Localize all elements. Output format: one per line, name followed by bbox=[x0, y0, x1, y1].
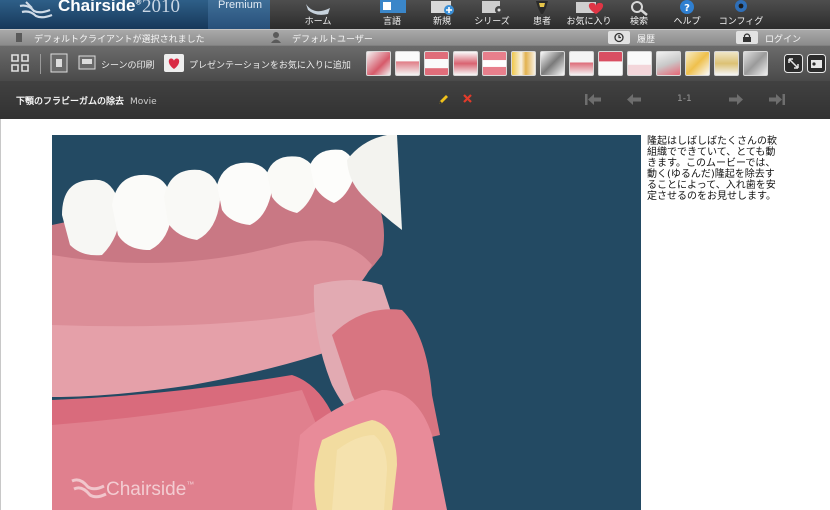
svg-text:Chairside™: Chairside™ bbox=[106, 479, 194, 500]
nav-new-label: 新規 bbox=[432, 17, 451, 27]
nav-config[interactable]: コンフィグ bbox=[718, 0, 764, 29]
user-status[interactable]: デフォルトユーザー bbox=[292, 32, 373, 45]
brand-logo[interactable]: Chairside® 2010 bbox=[0, 0, 208, 29]
first-page-icon[interactable] bbox=[584, 94, 602, 105]
scene-thumbnail[interactable] bbox=[685, 51, 710, 76]
toolbar-divider bbox=[40, 54, 41, 74]
add-favorite-label[interactable]: プレゼンテーションをお気に入りに追加 bbox=[189, 58, 351, 71]
history-icon bbox=[608, 31, 630, 44]
nav-language[interactable]: 言語 bbox=[372, 0, 412, 29]
edition-badge: Premium bbox=[208, 0, 270, 29]
new-icon bbox=[431, 1, 454, 15]
scene-thumbnail[interactable] bbox=[424, 51, 449, 76]
login-link[interactable]: ログイン bbox=[765, 32, 801, 45]
nav-favorites-label: お気に入り bbox=[566, 17, 612, 27]
scene-thumbnail[interactable] bbox=[395, 51, 420, 76]
scene-thumbnail[interactable] bbox=[714, 51, 739, 76]
delete-icon[interactable] bbox=[462, 93, 473, 104]
page-counter: 1-1 bbox=[677, 94, 692, 104]
language-icon bbox=[380, 0, 406, 13]
brand-name: Chairside® bbox=[58, 0, 142, 15]
expand-icon[interactable] bbox=[784, 54, 803, 73]
nav-help-label: ヘルプ bbox=[673, 17, 701, 27]
scene-thumbnail[interactable] bbox=[656, 51, 681, 76]
nav-config-label: コンフィグ bbox=[718, 17, 764, 27]
projector-icon[interactable] bbox=[807, 54, 826, 73]
content-border bbox=[0, 119, 1, 510]
user-icon bbox=[271, 32, 281, 43]
previous-page-icon[interactable] bbox=[626, 94, 642, 105]
scene-thumbnail[interactable] bbox=[511, 51, 536, 76]
svg-text:?: ? bbox=[684, 3, 690, 14]
movie-player[interactable]: Chairside™ bbox=[52, 135, 641, 510]
home-icon bbox=[306, 4, 330, 15]
scene-thumbnail[interactable] bbox=[627, 51, 652, 76]
pencil-icon[interactable] bbox=[437, 93, 449, 106]
scene-icon[interactable] bbox=[50, 53, 68, 73]
chairside-watermark: Chairside™ bbox=[70, 471, 210, 509]
nav-series-label: シリーズ bbox=[474, 17, 510, 27]
last-page-icon[interactable] bbox=[768, 94, 786, 105]
player-title-bar: 下顎のフラビーガムの除去 Movie 1-1 bbox=[0, 81, 830, 119]
nav-search-label: 検索 bbox=[629, 17, 648, 27]
print-scene-label[interactable]: シーンの印刷 bbox=[101, 58, 155, 71]
chairside-logo-icon bbox=[19, 1, 53, 19]
nav-search[interactable]: 検索 bbox=[622, 0, 656, 29]
brand-year: 2010 bbox=[142, 0, 180, 17]
print-icon[interactable] bbox=[78, 54, 96, 72]
help-icon: ? bbox=[680, 0, 694, 14]
nav-home[interactable]: ホーム bbox=[296, 0, 340, 29]
scene-thumbnail[interactable] bbox=[598, 51, 623, 76]
nav-favorites[interactable]: お気に入り bbox=[566, 0, 612, 29]
scene-thumbnail[interactable] bbox=[366, 51, 391, 76]
search-icon bbox=[631, 1, 648, 16]
nav-language-label: 言語 bbox=[382, 17, 401, 27]
favorites-icon bbox=[576, 2, 604, 14]
movie-description: 隆起はしばしばたくさんの軟組織でできていて、とても動きます。このムービーでは、動… bbox=[647, 136, 777, 202]
nav-patient-label: 患者 bbox=[532, 17, 551, 27]
scene-thumbnail[interactable] bbox=[482, 51, 507, 76]
scene-thumbnail[interactable] bbox=[743, 51, 768, 76]
scene-thumbnail[interactable] bbox=[540, 51, 565, 76]
status-bar: デフォルトクライアントが選択されました デフォルトユーザー 履歴 ログイン bbox=[0, 29, 830, 45]
nav-patient[interactable]: 患者 bbox=[526, 0, 558, 29]
movie-frame-image bbox=[52, 135, 641, 510]
watermark-logo: Chairside™ bbox=[71, 478, 194, 500]
client-icon bbox=[16, 33, 22, 42]
patient-icon bbox=[536, 1, 548, 14]
config-icon bbox=[735, 0, 747, 12]
movie-title: 下顎のフラビーガムの除去 Movie bbox=[16, 97, 157, 107]
nav-home-label: ホーム bbox=[304, 17, 332, 27]
next-page-icon[interactable] bbox=[728, 94, 744, 105]
client-status[interactable]: デフォルトクライアントが選択されました bbox=[34, 32, 205, 45]
series-icon bbox=[482, 1, 503, 14]
heart-icon[interactable] bbox=[164, 54, 184, 72]
scene-toolbar: シーンの印刷 プレゼンテーションをお気に入りに追加 bbox=[0, 45, 830, 81]
nav-series[interactable]: シリーズ bbox=[470, 0, 514, 29]
nav-help[interactable]: ? ヘルプ bbox=[672, 0, 702, 29]
lock-icon bbox=[736, 31, 758, 44]
history-label[interactable]: 履歴 bbox=[637, 32, 655, 45]
scene-thumbnail[interactable] bbox=[453, 51, 478, 76]
nav-new[interactable]: 新規 bbox=[422, 0, 462, 29]
fullscreen-grid-icon[interactable] bbox=[11, 54, 29, 72]
app-window: Chairside® 2010 Premium ホーム 言語 新規 シリーズ 患… bbox=[0, 0, 830, 510]
scene-thumbnail[interactable] bbox=[569, 51, 594, 76]
top-nav-bar: Chairside® 2010 Premium ホーム 言語 新規 シリーズ 患… bbox=[0, 0, 830, 29]
